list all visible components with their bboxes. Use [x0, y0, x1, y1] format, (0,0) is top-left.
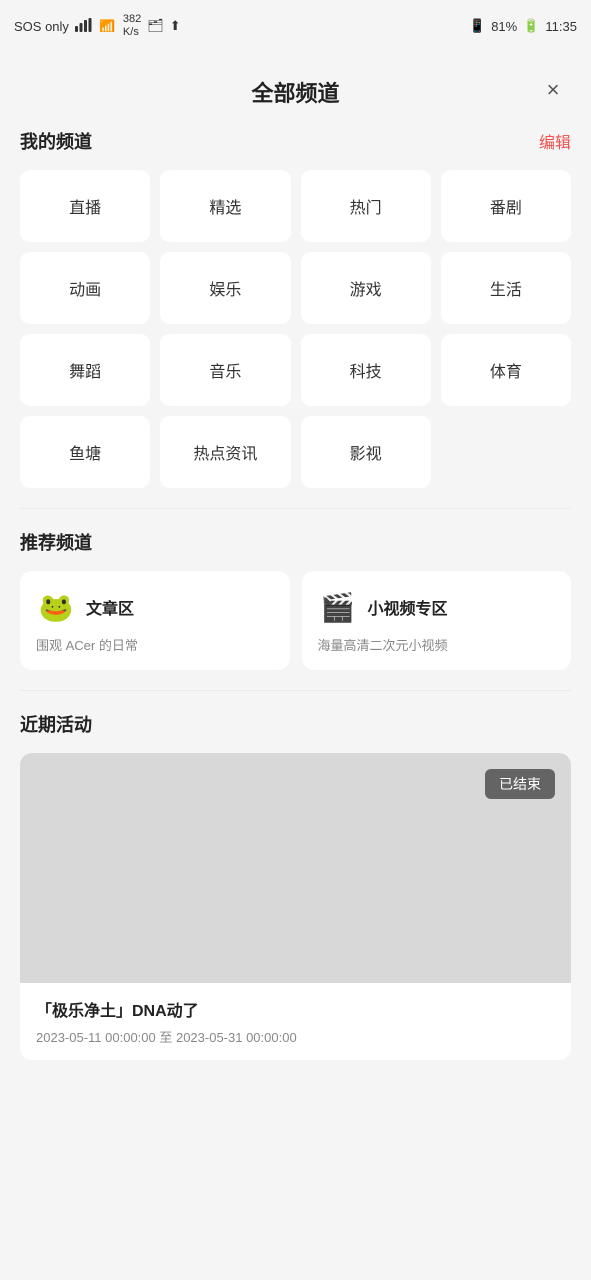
channel-item[interactable]: 娱乐 [160, 252, 290, 324]
channel-item[interactable]: 热点资讯 [160, 416, 290, 488]
channel-item[interactable]: 科技 [301, 334, 431, 406]
my-channels-section: 我的频道 编辑 直播精选热门番剧动画娱乐游戏生活舞蹈音乐科技体育鱼塘热点资讯影视 [0, 128, 591, 508]
edit-button[interactable]: 编辑 [539, 129, 571, 153]
phone-icon: 📱 [469, 18, 485, 34]
rec-desc: 围观 ACer 的日常 [36, 635, 274, 654]
channel-item[interactable]: 精选 [160, 170, 290, 242]
svg-text:📶: 📶 [99, 19, 115, 32]
activity-date: 2023-05-11 00:00:00 至 2023-05-31 00:00:0… [36, 1027, 555, 1046]
channel-item[interactable]: 热门 [301, 170, 431, 242]
my-channels-title: 我的频道 [20, 128, 92, 154]
channel-item[interactable]: 动画 [20, 252, 150, 324]
channel-grid: 直播精选热门番剧动画娱乐游戏生活舞蹈音乐科技体育鱼塘热点资讯影视 [20, 170, 571, 488]
divider-1 [20, 508, 571, 509]
recent-activities-section: 近期活动 已结束 「极乐净土」DNA动了 2023-05-11 00:00:00… [0, 711, 591, 1080]
channel-item[interactable]: 生活 [441, 252, 571, 324]
wifi-icon: 📶 [99, 18, 117, 35]
channel-item[interactable]: 番剧 [441, 170, 571, 242]
storage-icon: 🗂 [147, 18, 164, 34]
activity-image: 已结束 [20, 753, 571, 983]
recommended-card[interactable]: 🎬 小视频专区 海量高清二次元小视频 [302, 571, 572, 670]
rec-desc: 海量高清二次元小视频 [318, 635, 556, 654]
sos-text: SOS only [14, 19, 69, 34]
rec-title: 小视频专区 [368, 595, 448, 619]
recommended-section: 推荐频道 🐸 文章区 围观 ACer 的日常 🎬 小视频专区 海量高清二次元小视… [0, 529, 591, 690]
status-bar: SOS only 📶 382 K/s 🗂 ⬆ 📱 81% 🔋 11:35 [0, 0, 591, 52]
recommended-card[interactable]: 🐸 文章区 围观 ACer 的日常 [20, 571, 290, 670]
status-left: SOS only 📶 382 K/s 🗂 ⬆ [14, 13, 181, 39]
speed-text: 382 K/s [123, 13, 141, 39]
activity-list: 已结束 「极乐净土」DNA动了 2023-05-11 00:00:00 至 20… [20, 753, 571, 1060]
close-button[interactable]: × [535, 72, 571, 108]
activity-card[interactable]: 已结束 「极乐净土」DNA动了 2023-05-11 00:00:00 至 20… [20, 753, 571, 1060]
signal-icon [75, 18, 93, 35]
activity-info: 「极乐净土」DNA动了 2023-05-11 00:00:00 至 2023-0… [20, 983, 571, 1060]
channel-item[interactable]: 鱼塘 [20, 416, 150, 488]
recent-activities-header: 近期活动 [20, 711, 571, 737]
my-channels-header: 我的频道 编辑 [20, 128, 571, 154]
rec-title: 文章区 [86, 595, 134, 619]
rec-card-header: 🎬 小视频专区 [318, 587, 556, 627]
rec-card-header: 🐸 文章区 [36, 587, 274, 627]
channel-item[interactable]: 游戏 [301, 252, 431, 324]
channel-item[interactable]: 音乐 [160, 334, 290, 406]
activity-badge: 已结束 [485, 769, 555, 799]
clock: 11:35 [545, 19, 577, 34]
channel-item[interactable]: 直播 [20, 170, 150, 242]
battery-percent: 81% [491, 19, 517, 34]
main-content: 全部频道 × 我的频道 编辑 直播精选热门番剧动画娱乐游戏生活舞蹈音乐科技体育鱼… [0, 52, 591, 1280]
status-right: 📱 81% 🔋 11:35 [469, 18, 577, 34]
recommended-grid: 🐸 文章区 围观 ACer 的日常 🎬 小视频专区 海量高清二次元小视频 [20, 571, 571, 670]
activity-title: 「极乐净土」DNA动了 [36, 997, 555, 1021]
recommended-header: 推荐频道 [20, 529, 571, 555]
channel-item[interactable]: 影视 [301, 416, 431, 488]
divider-2 [20, 690, 571, 691]
page-title: 全部频道 [251, 76, 339, 108]
channel-item[interactable]: 体育 [441, 334, 571, 406]
recommended-title: 推荐频道 [20, 529, 92, 555]
recent-activities-title: 近期活动 [20, 711, 92, 737]
battery-icon: 🔋 [523, 18, 539, 34]
upload-icon: ⬆ [170, 18, 181, 34]
rec-icon: 🐸 [36, 587, 76, 627]
rec-icon: 🎬 [318, 587, 358, 627]
page-header: 全部频道 × [0, 52, 591, 128]
channel-item[interactable]: 舞蹈 [20, 334, 150, 406]
